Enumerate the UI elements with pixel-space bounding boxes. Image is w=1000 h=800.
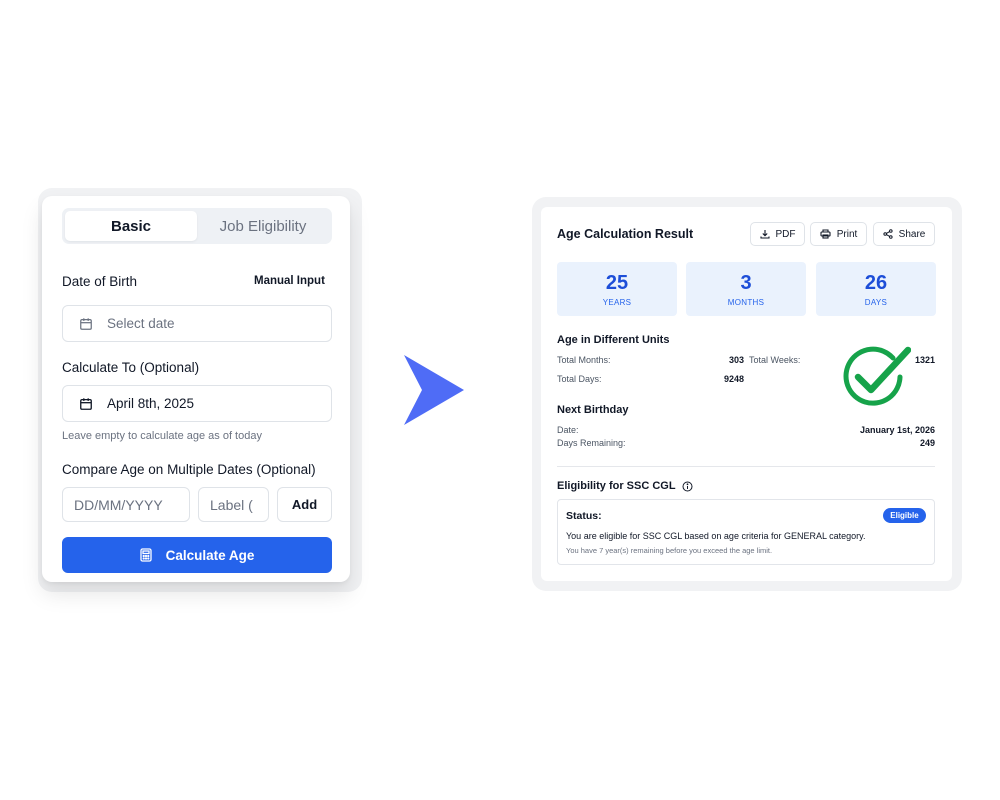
stat-months-value: 3 (740, 271, 752, 294)
status-sub-message: You have 7 year(s) remaining before you … (566, 546, 773, 555)
status-label: Status: (566, 510, 602, 522)
total-days-label: Total Days: (557, 374, 602, 384)
eligibility-title: Eligibility for SSC CGL (557, 480, 676, 492)
compare-label-input[interactable]: Label ( (198, 487, 269, 522)
calc-to-hint: Leave empty to calculate age as of today (62, 430, 262, 442)
birthday-date-value: January 1st, 2026 (859, 425, 935, 435)
compare-date-placeholder: DD/MM/YYYY (74, 496, 163, 513)
print-label: Print (836, 228, 858, 240)
total-months-label: Total Months: (557, 355, 611, 365)
total-weeks-label: Total Weeks: (749, 355, 801, 365)
calc-to-label: Calculate To (Optional) (62, 360, 200, 375)
compare-date-input[interactable]: DD/MM/YYYY (62, 487, 190, 522)
mode-tabs: Basic Job Eligibility (62, 208, 332, 244)
total-days-value: 9248 (723, 374, 744, 384)
stat-months-unit: MONTHS (727, 297, 765, 307)
stat-days-value: 26 (864, 271, 888, 294)
stat-years: 25 YEARS (557, 262, 677, 316)
stat-months: 3 MONTHS (686, 262, 806, 316)
dob-placeholder: Select date (107, 316, 175, 331)
compare-label-placeholder: Label ( (210, 496, 253, 513)
result-title: Age Calculation Result (557, 227, 694, 241)
units-title: Age in Different Units (557, 334, 670, 346)
calendar-icon (80, 397, 92, 410)
calculate-age-label: Calculate Age (165, 547, 255, 563)
days-remaining-value: 249 (919, 438, 935, 448)
share-button[interactable]: Share (873, 222, 935, 246)
dob-date-picker[interactable]: Select date (62, 305, 332, 342)
play-arrow-icon (404, 355, 464, 425)
download-icon (759, 230, 770, 239)
info-icon[interactable] (682, 481, 693, 492)
calculator-icon (139, 548, 152, 562)
status-message: You are eligible for SSC CGL based on ag… (566, 531, 866, 541)
share-icon (883, 229, 893, 239)
status-badge: Eligible (883, 508, 926, 523)
divider (557, 466, 935, 467)
check-circle-icon (843, 346, 911, 406)
share-label: Share (898, 228, 926, 240)
calc-to-value: April 8th, 2025 (107, 396, 195, 411)
pdf-label: PDF (775, 228, 796, 240)
birthday-title: Next Birthday (557, 404, 629, 416)
add-compare-button[interactable]: Add (277, 487, 332, 522)
calc-to-date-picker[interactable]: April 8th, 2025 (62, 385, 332, 422)
tab-basic[interactable]: Basic (65, 211, 197, 241)
calendar-icon (80, 317, 92, 330)
compare-label: Compare Age on Multiple Dates (Optional) (62, 462, 316, 477)
pdf-button[interactable]: PDF (750, 222, 805, 246)
dob-label: Date of Birth (62, 274, 138, 289)
tab-job-eligibility[interactable]: Job Eligibility (197, 211, 329, 241)
calculate-age-button[interactable]: Calculate Age (62, 537, 332, 573)
total-months-value: 303 (728, 355, 744, 365)
stat-days: 26 DAYS (816, 262, 936, 316)
printer-icon (820, 229, 831, 239)
eligibility-header: Eligibility for SSC CGL (557, 480, 693, 492)
stat-days-unit: DAYS (864, 297, 888, 307)
manual-input-toggle[interactable]: Manual Input (254, 275, 325, 287)
print-button[interactable]: Print (810, 222, 867, 246)
stat-years-unit: YEARS (602, 297, 632, 307)
stat-years-value: 25 (605, 271, 629, 294)
days-remaining-label: Days Remaining: (557, 438, 626, 448)
birthday-date-label: Date: (557, 425, 579, 435)
